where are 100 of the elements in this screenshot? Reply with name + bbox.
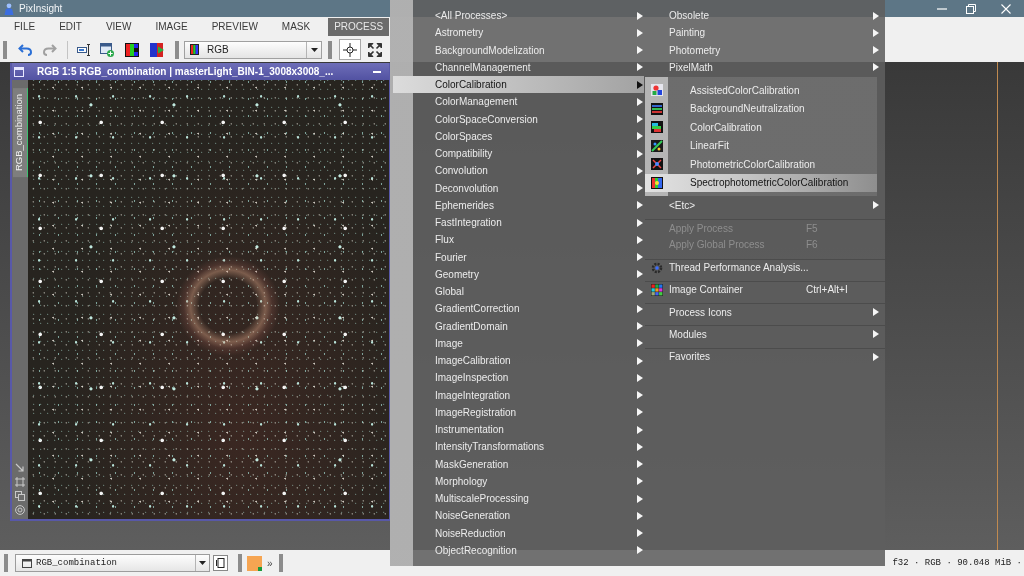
menu-bar-item[interactable]: PREVIEW (205, 18, 264, 36)
menu-item[interactable]: Global (393, 283, 644, 301)
menu-item[interactable]: NoiseReduction (393, 524, 644, 542)
menu-item[interactable]: ImageInspection (393, 369, 644, 387)
diagonal-arrow-icon[interactable] (15, 463, 25, 473)
menu-item[interactable]: GradientCorrection (393, 300, 644, 318)
app-logo-icon (4, 2, 14, 15)
swatch-icon[interactable] (247, 555, 262, 571)
menu-item[interactable]: <Etc> (645, 196, 885, 214)
split-channels-icon[interactable] (150, 42, 164, 57)
menu-item[interactable]: Favorites (645, 347, 885, 365)
menu-item[interactable]: MaskGeneration (393, 455, 644, 473)
view-tab[interactable]: RGB_combination (12, 88, 28, 178)
menu-item[interactable]: Convolution (393, 162, 644, 180)
menu-item[interactable]: Photometry (645, 41, 885, 59)
drag-handle-icon[interactable] (278, 554, 283, 572)
menu-item[interactable]: Geometry (393, 265, 644, 283)
drag-handle-icon[interactable] (3, 40, 7, 59)
scatter-line-icon (651, 139, 663, 152)
menu-item[interactable]: ObjectRecognition (393, 541, 644, 559)
submenu-item[interactable]: ColorCalibration (645, 118, 877, 137)
menu-item[interactable]: ImageIntegration (393, 386, 644, 404)
overlapping-squares-icon[interactable] (15, 491, 25, 501)
target-icon[interactable] (15, 505, 25, 515)
menu-bar-item[interactable]: MASK (275, 18, 317, 36)
crosshair-icon (343, 42, 357, 57)
menu-item[interactable]: PixelMath (645, 58, 885, 76)
caret-right-icon (873, 201, 879, 210)
caret-right-icon (873, 330, 879, 339)
drag-handle-icon[interactable] (4, 554, 8, 572)
menu-bar-item[interactable]: EDIT (53, 18, 88, 36)
channel-dropdown[interactable]: RGB (184, 40, 322, 59)
submenu-item[interactable]: LinearFit (645, 136, 877, 155)
color-bands-icon (651, 102, 663, 115)
close-icon[interactable] (1001, 3, 1011, 14)
caret-right-icon (873, 352, 879, 361)
menu-item[interactable]: Thread Performance Analysis... (645, 258, 885, 276)
menu-item[interactable]: Ephemerides (393, 196, 644, 214)
drag-handle-icon[interactable] (238, 554, 242, 572)
menu-item[interactable]: ColorSpaces (393, 127, 644, 145)
document-icon[interactable] (213, 555, 228, 571)
menu-item[interactable]: Fourier (393, 248, 644, 266)
submenu-item[interactable]: AssistedColorCalibration (645, 81, 877, 100)
menu-item[interactable]: Painting (645, 24, 885, 42)
color-shapes-icon (651, 84, 663, 97)
menu-item[interactable]: Instrumentation (393, 421, 644, 439)
menu-bar-item[interactable]: IMAGE (149, 18, 194, 36)
menu-item[interactable]: ChannelManagement (393, 58, 644, 76)
menu-bar-item[interactable]: PROCESS (328, 18, 390, 36)
caret-down-icon (199, 561, 206, 565)
expand-arrows-icon (368, 42, 382, 57)
menu-item[interactable]: Flux (393, 231, 644, 249)
restore-icon[interactable] (966, 3, 976, 14)
image-window-title: RGB 1:5 RGB_combination | masterLight_BIN-1_3008x3008_... (37, 66, 334, 77)
drag-handle-icon[interactable] (175, 40, 179, 59)
drag-handle-icon[interactable] (328, 40, 332, 59)
minimize-icon[interactable] (937, 7, 947, 10)
menu-item[interactable]: Obsolete (645, 7, 885, 25)
menu-item[interactable]: Modules (645, 325, 885, 343)
submenu-item[interactable]: BackgroundNeutralization (645, 99, 877, 118)
menu-item[interactable]: Morphology (393, 472, 644, 490)
frame-corners-icon[interactable] (15, 477, 25, 487)
window-icon (22, 558, 32, 568)
menu-item[interactable]: MultiscaleProcessing (393, 490, 644, 508)
menu-item[interactable]: Deconvolution (393, 179, 644, 197)
minimize-icon[interactable] (373, 70, 381, 73)
spectrum-icon (651, 176, 663, 189)
menu-item[interactable]: Image (393, 334, 644, 352)
color-grid-icon (651, 283, 663, 296)
window-icon (14, 66, 24, 77)
menu-item[interactable]: FastIntegration (393, 214, 644, 232)
menu-item[interactable]: <All Processes> (393, 7, 644, 25)
menu-item[interactable]: IntensityTransformations (393, 438, 644, 456)
shortcut-text: Ctrl+Alt+I (806, 284, 849, 296)
menu-item[interactable]: NoiseGeneration (393, 507, 644, 525)
menu-item[interactable]: ImageRegistration (393, 403, 644, 421)
view-selector-dropdown[interactable]: RGB_combination (15, 554, 210, 572)
menu-item[interactable]: ColorSpaceConversion (393, 110, 644, 128)
menu-item[interactable]: GradientDomain (393, 317, 644, 335)
image-info-text: f32 · RGB · 90.048 MiB · (892, 558, 1022, 568)
submenu-item[interactable]: SpectrophotometricColorCalibration (645, 173, 877, 192)
more-button[interactable]: » (267, 557, 273, 569)
menu-item[interactable]: Image Container Ctrl+Alt+I (645, 280, 885, 298)
gear-icon (651, 261, 663, 274)
menu-bar-item[interactable]: FILE (8, 18, 42, 36)
text-field-icon[interactable] (77, 42, 91, 57)
menu-item[interactable]: ColorManagement (393, 93, 644, 111)
tool-button[interactable] (339, 39, 361, 60)
menu-bar-item[interactable]: VIEW (99, 18, 138, 36)
undo-icon[interactable] (18, 43, 32, 56)
menu-item[interactable]: ImageCalibration (393, 352, 644, 370)
menu-item[interactable]: Compatibility (393, 145, 644, 163)
rgb-channels-icon[interactable] (125, 42, 139, 57)
menu-item[interactable]: ColorCalibration (393, 76, 644, 94)
menu-item[interactable]: BackgroundModelization (393, 41, 644, 59)
new-window-icon[interactable] (100, 42, 114, 57)
menu-item[interactable]: Astrometry (393, 24, 644, 42)
menu-item[interactable]: Process Icons (645, 303, 885, 321)
submenu-item[interactable]: PhotometricColorCalibration (645, 155, 877, 174)
cross-mark-icon (651, 158, 663, 171)
